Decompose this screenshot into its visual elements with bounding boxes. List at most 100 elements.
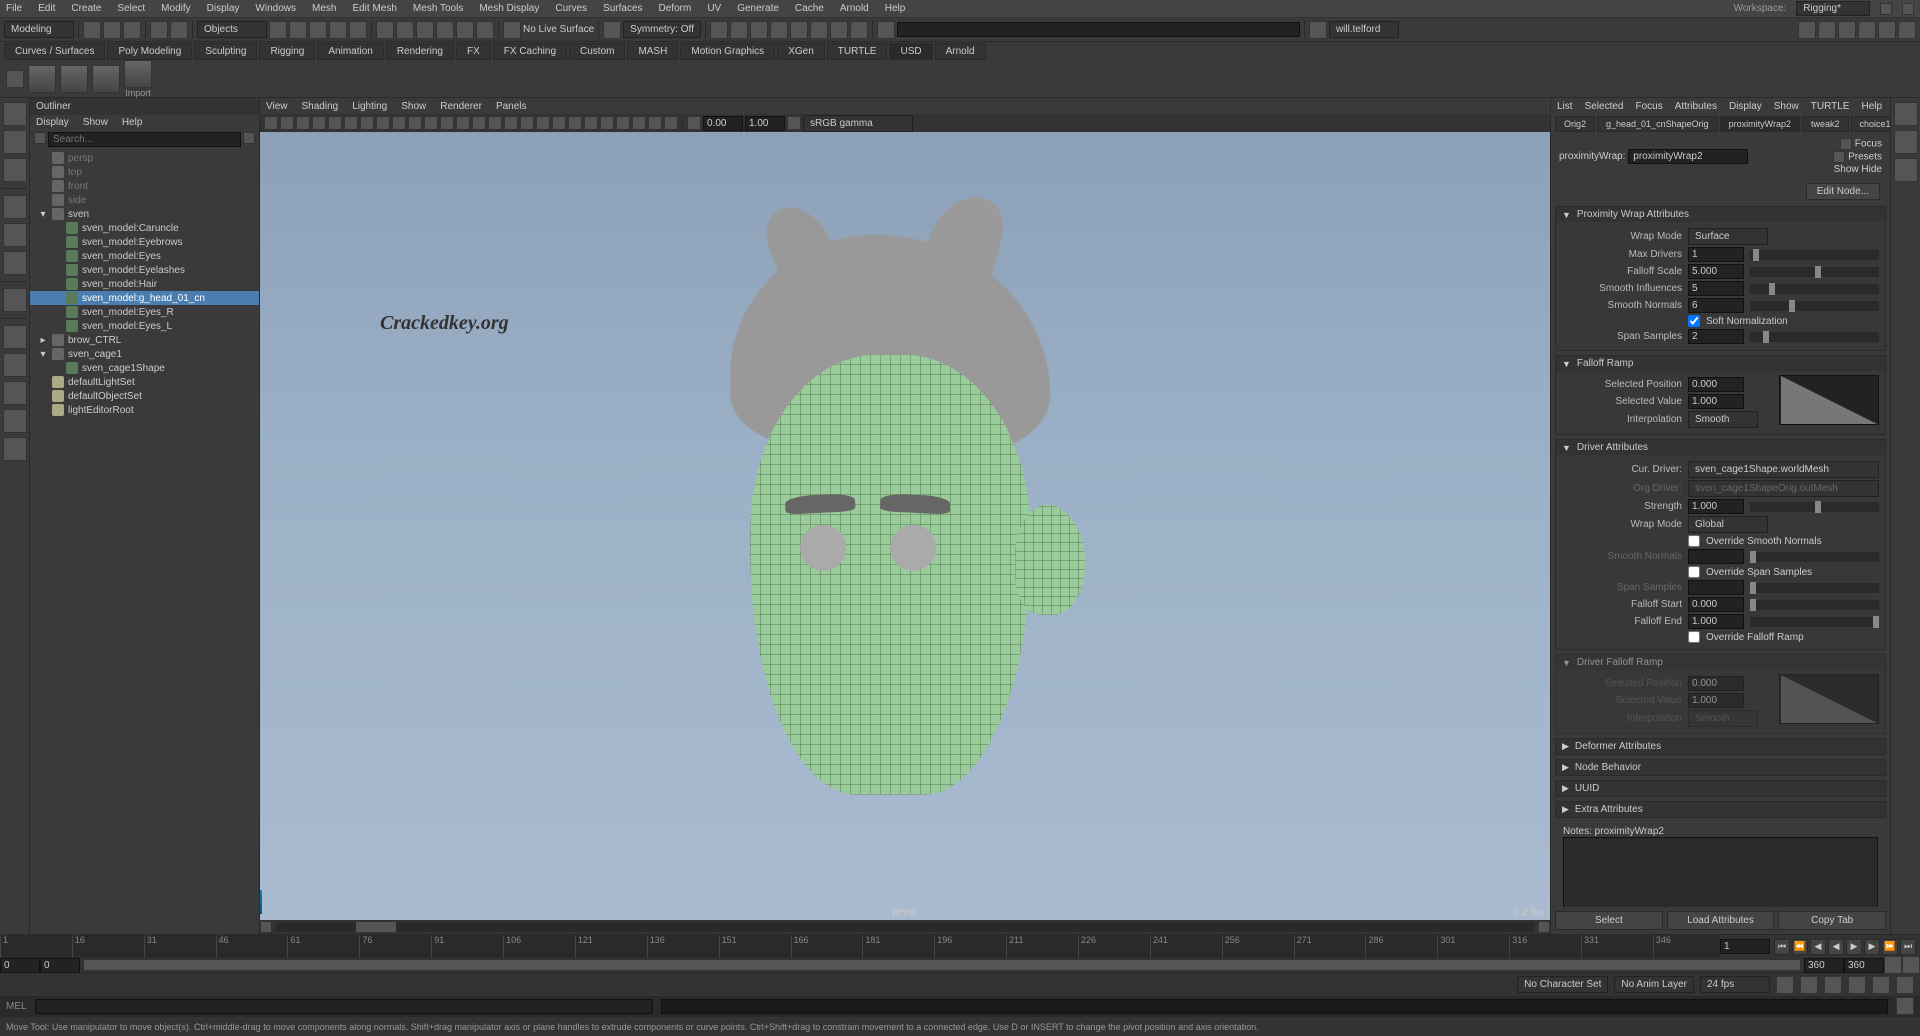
tb-r-3[interactable] (1838, 21, 1856, 39)
vp-icon[interactable] (456, 116, 470, 130)
falloff-end-input[interactable] (1688, 614, 1744, 629)
snap-icon-5[interactable] (456, 21, 474, 39)
viewport-scrollbar[interactable] (260, 920, 1550, 934)
redo-icon[interactable] (170, 21, 188, 39)
vp-icon[interactable] (664, 116, 678, 130)
ae-menu-attributes[interactable]: Attributes (1675, 101, 1717, 112)
ae-tab-proximitywrap2[interactable]: proximityWrap2 (1720, 116, 1800, 132)
move-tool-icon[interactable] (3, 195, 27, 219)
vp-icon[interactable] (648, 116, 662, 130)
tb-r-1[interactable] (1798, 21, 1816, 39)
menu-file[interactable]: File (6, 3, 22, 14)
section-header-pw[interactable]: ▼Proximity Wrap Attributes (1556, 207, 1885, 222)
status-icon-3[interactable] (1824, 976, 1842, 994)
vp-icon[interactable] (568, 116, 582, 130)
outliner-item[interactable]: top (30, 165, 259, 179)
override-span-samples-checkbox[interactable] (1688, 566, 1700, 578)
fr-sel-val-input[interactable] (1688, 394, 1744, 409)
cur-driver-dropdown[interactable]: sven_cage1Shape.worldMesh (1688, 461, 1879, 478)
step-back-icon[interactable]: ◀ (1810, 939, 1826, 955)
shelf-tab-arnold[interactable]: Arnold (935, 43, 986, 60)
smooth-normals-input[interactable] (1688, 298, 1744, 313)
paint-select-tool-icon[interactable] (3, 158, 27, 182)
layout-graph-icon[interactable] (3, 437, 27, 461)
vp-cm-icon[interactable] (787, 116, 801, 130)
outliner-menu-show[interactable]: Show (83, 117, 108, 128)
ae-hide-button[interactable]: Hide (1861, 164, 1882, 175)
menu-create[interactable]: Create (71, 3, 101, 14)
ae-select-button[interactable]: Select (1555, 911, 1663, 930)
ae-focus-icon[interactable] (1840, 138, 1852, 150)
layout-four-icon[interactable] (3, 353, 27, 377)
outliner-tree[interactable]: persptopfrontside▾svensven_model:Caruncl… (30, 149, 259, 934)
vp-icon[interactable] (376, 116, 390, 130)
ae-node-name-input[interactable] (1628, 149, 1748, 164)
shelf-tab-fxcache[interactable]: FX Caching (493, 43, 567, 60)
outliner-item[interactable]: sven_model:Eyebrows (30, 235, 259, 249)
outliner-filter-icon[interactable] (243, 132, 255, 144)
vp-menu-lighting[interactable]: Lighting (352, 101, 387, 112)
outliner-item[interactable]: ▾sven (30, 207, 259, 221)
span-samples-slider[interactable] (1750, 332, 1879, 342)
outliner-item[interactable]: ▾sven_cage1 (30, 347, 259, 361)
shelf-usd-import-icon[interactable] (124, 60, 152, 88)
fr-interp-dropdown[interactable]: Smooth (1688, 411, 1758, 428)
outliner-menu-help[interactable]: Help (122, 117, 143, 128)
vp-icon[interactable] (296, 116, 310, 130)
vp-icon[interactable] (600, 116, 614, 130)
falloff-scale-input[interactable] (1688, 264, 1744, 279)
anim-prefs-icon[interactable] (1902, 956, 1920, 974)
outliner-search-input[interactable] (48, 132, 241, 147)
go-to-start-icon[interactable]: ⏮ (1774, 939, 1790, 955)
search-icon[interactable] (34, 132, 46, 144)
section-header-fr[interactable]: ▼Falloff Ramp (1556, 356, 1885, 371)
open-scene-icon[interactable] (103, 21, 121, 39)
vp-icon[interactable] (472, 116, 486, 130)
vp-icon[interactable] (504, 116, 518, 130)
max-drivers-slider[interactable] (1750, 250, 1879, 260)
play-back-icon[interactable]: ◀ (1828, 939, 1844, 955)
tool-settings-icon[interactable] (1894, 158, 1918, 182)
ae-menu-display[interactable]: Display (1729, 101, 1762, 112)
ae-menu-show[interactable]: Show (1774, 101, 1799, 112)
menu-editmesh[interactable]: Edit Mesh (352, 3, 396, 14)
outliner-item[interactable]: sven_model:g_head_01_cn (30, 291, 259, 305)
shelf-tab-curves[interactable]: Curves / Surfaces (4, 43, 105, 60)
sel-icon-4[interactable] (329, 21, 347, 39)
shelf-usd-logo-icon[interactable] (28, 65, 56, 93)
step-forward-key-icon[interactable]: ⏩ (1882, 939, 1898, 955)
range-end-input[interactable] (1844, 958, 1884, 973)
current-frame-input[interactable] (1720, 939, 1770, 954)
tb-r-2[interactable] (1818, 21, 1836, 39)
span-samples-input[interactable] (1688, 329, 1744, 344)
vp-menu-panels[interactable]: Panels (496, 101, 527, 112)
menu-curves[interactable]: Curves (555, 3, 587, 14)
vp-icon[interactable] (552, 116, 566, 130)
new-scene-icon[interactable] (83, 21, 101, 39)
outliner-item[interactable]: sven_model:Eyes_R (30, 305, 259, 319)
character-set-dropdown[interactable]: No Character Set (1517, 976, 1608, 993)
playback-start-input[interactable] (40, 958, 80, 973)
section-header-da[interactable]: ▼Driver Attributes (1556, 440, 1885, 455)
command-line-input[interactable] (35, 999, 653, 1014)
lasso-tool-icon[interactable] (3, 130, 27, 154)
ae-presets-icon[interactable] (1833, 151, 1845, 163)
smooth-influences-input[interactable] (1688, 281, 1744, 296)
anim-layer-dropdown[interactable]: No Anim Layer (1614, 976, 1694, 993)
falloff-end-slider[interactable] (1750, 617, 1879, 627)
channel-box-icon[interactable] (1894, 102, 1918, 126)
scale-tool-icon[interactable] (3, 251, 27, 275)
vp-icon[interactable] (264, 116, 278, 130)
fps-dropdown[interactable]: 24 fps (1700, 976, 1770, 993)
override-falloff-ramp-checkbox[interactable] (1688, 631, 1700, 643)
section-header-uuid[interactable]: ▶UUID (1556, 781, 1885, 796)
outliner-item[interactable]: lightEditorRoot (30, 403, 259, 417)
menu-select[interactable]: Select (117, 3, 145, 14)
range-start-input[interactable] (0, 958, 40, 973)
menu-windows[interactable]: Windows (255, 3, 296, 14)
ae-tab-shapeorig[interactable]: g_head_01_cnShapeOrig (1597, 116, 1718, 132)
vp-icon[interactable] (632, 116, 646, 130)
menu-mesh[interactable]: Mesh (312, 3, 336, 14)
falloff-scale-slider[interactable] (1750, 267, 1879, 277)
live-surface-icon[interactable] (503, 21, 521, 39)
